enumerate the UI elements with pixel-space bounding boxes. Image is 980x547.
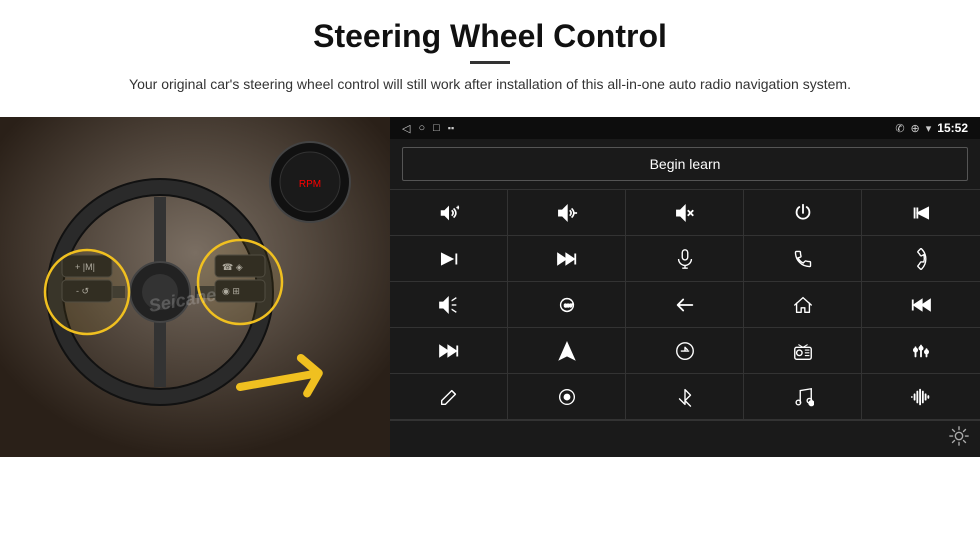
begin-learn-section: Begin learn <box>390 139 980 189</box>
status-left: ◁ ○ □ ▪▪ <box>402 122 454 135</box>
phone-accept-icon <box>792 248 814 270</box>
subtitle-text: Your original car's steering wheel contr… <box>100 74 880 95</box>
wifi-status-icon: ▾ <box>926 122 932 135</box>
rewind-icon <box>910 294 932 316</box>
dashboard-svg: RPM + |M| - ↺ <box>0 117 390 457</box>
bluetooth-button[interactable] <box>626 374 744 420</box>
horn-icon <box>438 294 460 316</box>
camera-360-icon: 360° <box>556 294 578 316</box>
prev-end-icon <box>910 202 932 224</box>
page-container: Steering Wheel Control Your original car… <box>0 0 980 457</box>
control-panel: ◁ ○ □ ▪▪ ✆ ⊕ ▾ 15:52 Begin learn <box>390 117 980 457</box>
home-ctrl-button[interactable] <box>744 282 862 328</box>
phone-status-icon: ✆ <box>895 122 904 135</box>
equalizer-icon <box>910 340 932 362</box>
back-nav-icon[interactable]: ◁ <box>402 122 410 135</box>
edit-button[interactable] <box>390 374 508 420</box>
vol-down-button[interactable] <box>508 190 626 236</box>
horn-button[interactable] <box>390 282 508 328</box>
status-bar: ◁ ○ □ ▪▪ ✆ ⊕ ▾ 15:52 <box>390 117 980 139</box>
car-photo: RPM + |M| - ↺ <box>0 117 390 457</box>
record-icon <box>556 386 578 408</box>
title-divider <box>470 61 510 64</box>
page-title: Steering Wheel Control <box>60 18 920 55</box>
waveform-icon <box>910 386 932 408</box>
settings-gear-button[interactable] <box>948 425 970 453</box>
mute-button[interactable] <box>626 190 744 236</box>
skip-next-icon <box>438 248 460 270</box>
status-time: 15:52 <box>937 121 968 135</box>
edit-icon <box>438 386 460 408</box>
begin-learn-button[interactable]: Begin learn <box>402 147 968 181</box>
waveform-button[interactable] <box>862 374 980 420</box>
camera-360-button[interactable]: 360° <box>508 282 626 328</box>
vol-up-button[interactable] <box>390 190 508 236</box>
power-button[interactable] <box>744 190 862 236</box>
gear-icon <box>948 425 970 447</box>
back-nav-icon-ctrl <box>674 294 696 316</box>
recents-nav-icon[interactable]: □ <box>433 122 440 134</box>
mute-icon <box>674 202 696 224</box>
fast-fwd-icon <box>438 340 460 362</box>
svg-text:RPM: RPM <box>299 179 321 190</box>
settings-bar <box>390 420 980 457</box>
hang-up-button[interactable] <box>862 236 980 282</box>
music-icon: ⚙ <box>792 386 814 408</box>
power-icon <box>792 202 814 224</box>
vol-down-icon <box>556 202 578 224</box>
vol-up-icon <box>438 202 460 224</box>
hang-up-icon <box>910 248 932 270</box>
equalizer-button[interactable] <box>862 328 980 374</box>
skip-next-button[interactable] <box>390 236 508 282</box>
navigation-icon <box>556 340 578 362</box>
record-button[interactable] <box>508 374 626 420</box>
home-ctrl-icon <box>792 294 814 316</box>
header-section: Steering Wheel Control Your original car… <box>0 0 980 117</box>
ff-next-icon <box>556 248 578 270</box>
navigation-button[interactable] <box>508 328 626 374</box>
radio-icon <box>792 340 814 362</box>
signal-icon: ▪▪ <box>448 123 454 133</box>
rewind-button[interactable] <box>862 282 980 328</box>
home-nav-icon[interactable]: ○ <box>418 122 425 134</box>
status-right: ✆ ⊕ ▾ 15:52 <box>895 121 968 135</box>
svg-text:⚙: ⚙ <box>808 400 814 407</box>
mic-icon <box>674 248 696 270</box>
phone-accept-button[interactable] <box>744 236 862 282</box>
content-row: RPM + |M| - ↺ <box>0 117 980 457</box>
bluetooth-icon <box>674 386 696 408</box>
controls-grid: 360° <box>390 189 980 420</box>
fast-fwd-button[interactable] <box>390 328 508 374</box>
switch-icon <box>674 340 696 362</box>
music-button[interactable]: ⚙ <box>744 374 862 420</box>
radio-button[interactable] <box>744 328 862 374</box>
ff-next-button[interactable] <box>508 236 626 282</box>
mic-button[interactable] <box>626 236 744 282</box>
location-status-icon: ⊕ <box>911 122 920 135</box>
svg-text:360°: 360° <box>564 302 574 307</box>
back-nav-button[interactable] <box>626 282 744 328</box>
car-image-section: RPM + |M| - ↺ <box>0 117 390 457</box>
prev-end-button[interactable] <box>862 190 980 236</box>
switch-button[interactable] <box>626 328 744 374</box>
